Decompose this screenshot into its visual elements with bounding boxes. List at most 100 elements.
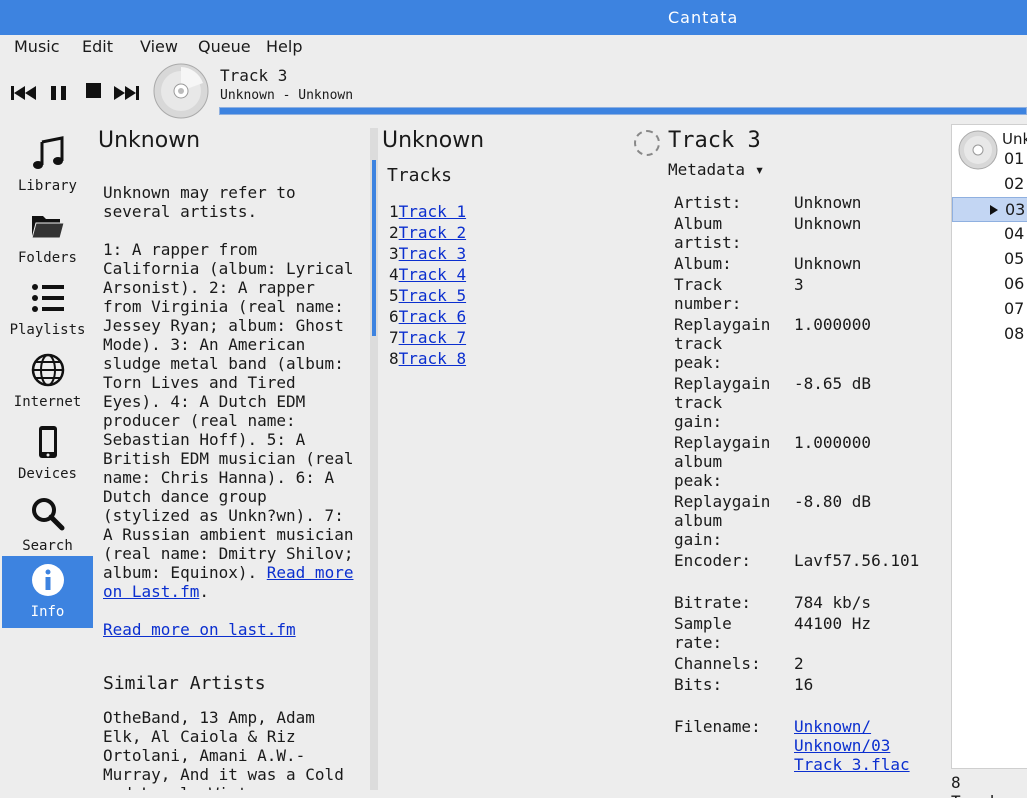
track-number: 8 [389, 349, 399, 368]
stop-button[interactable] [86, 83, 101, 98]
sidebar-item-label: Library [17, 178, 77, 194]
queue-row[interactable]: 03 [952, 197, 1027, 222]
seek-slider-fill [220, 108, 1026, 114]
metadata-key: Album artist: [674, 214, 742, 252]
queue-row-number: 01 [1004, 149, 1025, 168]
queue-row[interactable]: 02 [952, 172, 1027, 197]
queue-row[interactable]: 04 [952, 222, 1027, 247]
queue-row-number: 07 [1004, 299, 1025, 318]
metadata-value: 1.000000 [794, 315, 872, 334]
queue-row[interactable]: 08 [952, 322, 1027, 347]
sidebar-item-info[interactable]: Info [2, 556, 93, 628]
album-info-panel: Unknown Tracks 1Track 1 2Track 2 3Track … [382, 128, 622, 368]
track-link[interactable]: Track 2 [399, 223, 466, 242]
sidebar-item-label: Playlists [9, 322, 86, 338]
search-icon [32, 498, 65, 531]
read-more-link[interactable]: Read more on last.fm [103, 620, 296, 639]
track-list: 1Track 1 2Track 2 3Track 3 4Track 4 5Tra… [389, 201, 466, 369]
queue-row-number: 03 [1005, 200, 1026, 219]
sidebar-item-label: Folders [17, 250, 77, 266]
sidebar-item-devices[interactable]: Devices [2, 418, 93, 490]
sidebar-item-internet[interactable]: Internet [2, 346, 93, 418]
track-link[interactable]: Track 6 [399, 307, 466, 326]
sidebar-item-search[interactable]: Search [2, 490, 93, 562]
metadata-key: Bits: [674, 675, 723, 694]
metadata-key: Replaygain album gain: [674, 492, 771, 549]
play-queue[interactable]: Unkn 01 02 03 04 05 06 07 08 [951, 124, 1027, 769]
folder-icon [31, 216, 65, 239]
metadata-key: Channels: [674, 654, 761, 673]
metadata-value: 2 [794, 654, 804, 673]
metadata-key: Replaygain track peak: [674, 315, 771, 372]
menu-bar: Music Edit View Queue Help [0, 35, 1027, 60]
metadata-value: 16 [794, 675, 814, 694]
metadata-value: -8.65 dB [794, 374, 872, 393]
sidebar-item-playlists[interactable]: Playlists [2, 274, 93, 346]
sidebar-item-label: Devices [17, 466, 77, 482]
now-playing-title: Track 3 [220, 66, 288, 85]
track-number: 5 [389, 286, 399, 305]
album-cover-disc-icon [153, 63, 209, 119]
menu-view[interactable]: View [140, 37, 178, 56]
metadata-value: -8.80 dB [794, 492, 872, 511]
track-link[interactable]: Track 4 [399, 265, 466, 284]
menu-music[interactable]: Music [14, 37, 60, 56]
track-link[interactable]: Track 5 [399, 286, 466, 305]
sidebar-item-label: Info [30, 604, 65, 620]
track-link[interactable]: Track 3 [399, 244, 466, 263]
menu-queue[interactable]: Queue [198, 37, 251, 56]
metadata-key: Replaygain track gain: [674, 374, 771, 431]
metadata-value: 784 kb/s [794, 593, 872, 612]
metadata-key: Encoder: [674, 551, 752, 570]
metadata-key: Filename: [674, 717, 761, 736]
metadata-dropdown[interactable]: Metadata ▾ [668, 160, 764, 179]
sidebar-item-library[interactable]: Library [2, 130, 93, 202]
metadata-value: Unknown [794, 254, 862, 273]
globe-icon [31, 353, 65, 387]
list-item: 3Track 3 [389, 243, 466, 264]
info-icon [32, 564, 64, 596]
similar-artists-text: OtheBand, 13 Amp, Adam Elk, Al Caiola & … [103, 708, 344, 790]
seek-slider[interactable] [219, 107, 1027, 115]
sidebar-item-label: Search [22, 538, 73, 554]
metadata-value: 3 [794, 275, 804, 294]
track-link[interactable]: Track 8 [399, 349, 466, 368]
bio-period: . [199, 582, 209, 601]
filename-link[interactable]: Unknown/ Unknown/03 Track 3.flac [794, 717, 944, 774]
track-number: 7 [389, 328, 399, 347]
track-link[interactable]: Track 7 [399, 328, 466, 347]
track-number: 1 [389, 202, 399, 221]
menu-edit[interactable]: Edit [82, 37, 113, 56]
metadata-key: Bitrate: [674, 593, 752, 612]
metadata-key: Replaygain album peak: [674, 433, 771, 490]
stop-icon [86, 83, 101, 98]
queue-row[interactable]: 01 [952, 147, 1027, 172]
track-link[interactable]: Track 1 [399, 202, 466, 221]
metadata-value: Unknown [794, 214, 862, 233]
album-scroll-indicator[interactable] [372, 160, 376, 336]
title-bar: Cantata [0, 0, 1027, 35]
similar-artists-heading: Similar Artists [103, 673, 266, 694]
queue-row[interactable]: 05 [952, 247, 1027, 272]
artist-bio-text: Unknown may refer to several artists. 1:… [103, 183, 354, 582]
next-button[interactable] [112, 82, 140, 104]
track-number: 2 [389, 223, 399, 242]
track-number: 6 [389, 307, 399, 326]
metadata-value: 1.000000 [794, 433, 872, 452]
queue-row[interactable]: 06 [952, 272, 1027, 297]
queue-track-count: 8 Tracks [951, 773, 1009, 798]
sidebar-item-folders[interactable]: Folders [2, 202, 93, 274]
now-playing-subtitle: Unknown - Unknown [220, 88, 354, 103]
menu-help[interactable]: Help [266, 37, 302, 56]
artist-heading: Unknown [98, 128, 201, 153]
artist-info-panel: Unknown Unknown may refer to several art… [98, 128, 368, 790]
list-item: 2Track 2 [389, 222, 466, 243]
previous-button[interactable] [10, 82, 38, 104]
track-number: 3 [389, 244, 399, 263]
queue-row-number: 08 [1004, 324, 1025, 343]
pause-button[interactable] [50, 82, 68, 104]
metadata-value: 44100 Hz [794, 614, 872, 633]
window-title: Cantata [668, 8, 739, 27]
list-item: 6Track 6 [389, 306, 466, 327]
queue-row[interactable]: 07 [952, 297, 1027, 322]
